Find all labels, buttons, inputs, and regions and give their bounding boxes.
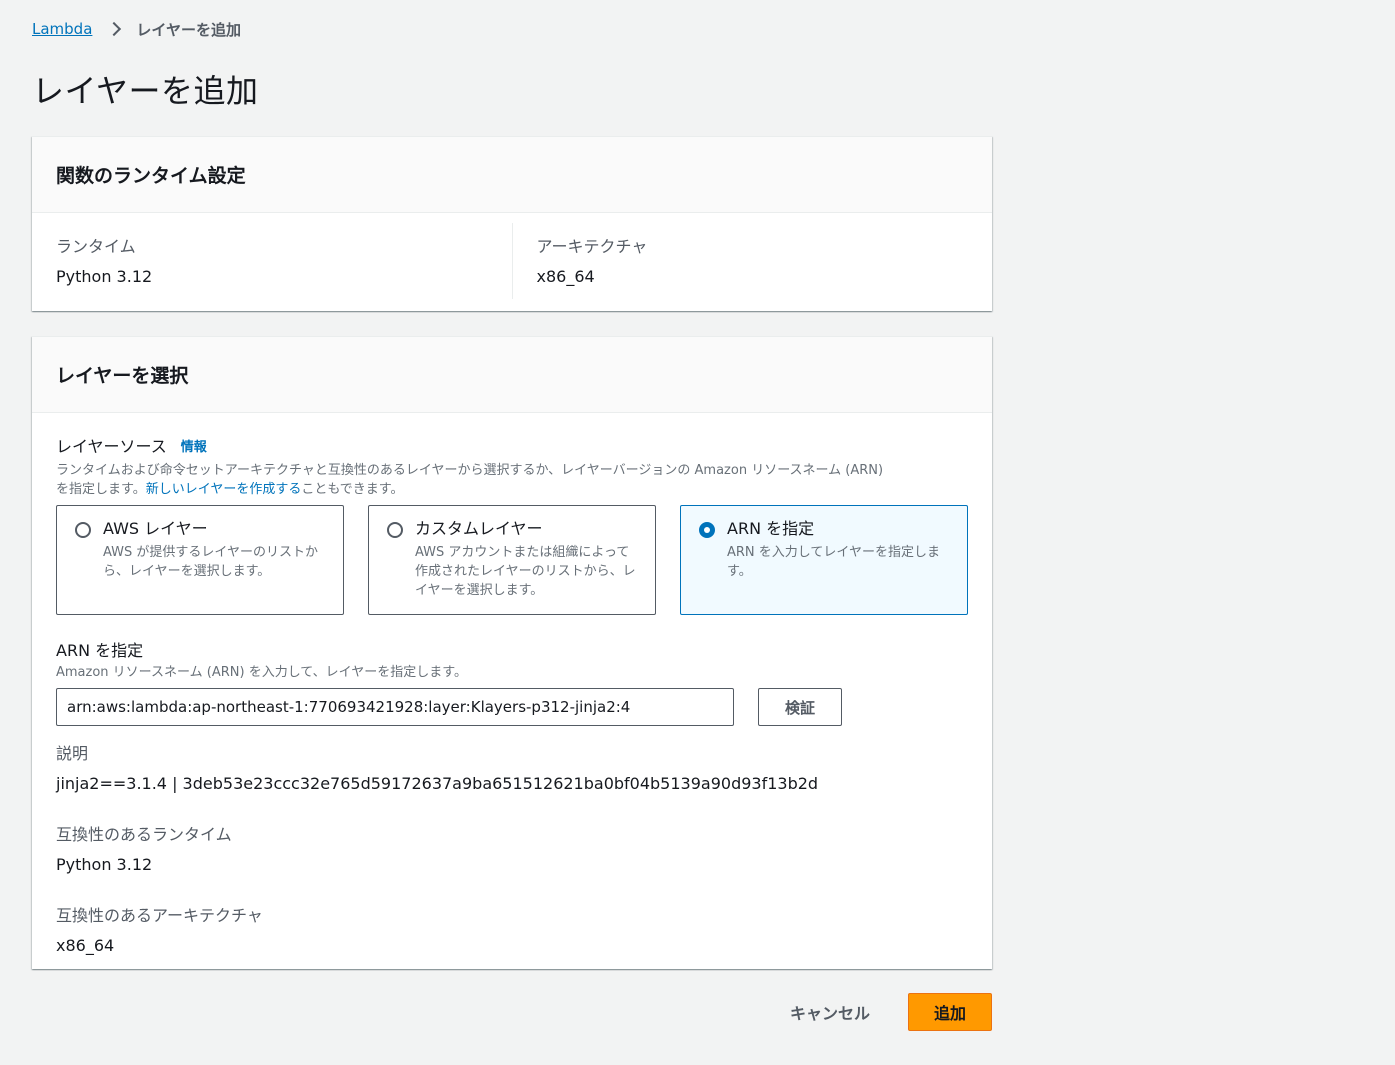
runtime-column: ランタイム Python 3.12 (32, 213, 512, 311)
runtime-label: ランタイム (56, 237, 136, 256)
runtime-value: Python 3.12 (56, 267, 153, 286)
description-section: 説明 jinja2==3.1.4 | 3deb53e23ccc32e765d59… (56, 740, 968, 793)
layer-panel-title: レイヤーを選択 (56, 365, 189, 387)
chevron-right-icon (108, 22, 122, 36)
compatible-runtimes-label: 互換性のあるランタイム (56, 825, 232, 844)
architecture-label: アーキテクチャ (536, 237, 648, 256)
tile-specify-arn-title: ARN を指定 (727, 519, 815, 538)
compatible-architectures-label: 互換性のあるアーキテクチャ (56, 906, 263, 925)
radio-specify-arn[interactable] (699, 522, 715, 538)
breadcrumb: Lambda レイヤーを追加 (32, 18, 241, 40)
layer-source-desc-line2a: を指定します。 (56, 482, 146, 497)
layer-panel-header: レイヤーを選択 (32, 337, 992, 413)
tile-aws-layers-title: AWS レイヤー (103, 519, 208, 538)
arn-input[interactable] (56, 688, 734, 726)
layer-source-description: ランタイムおよび命令セットアーキテクチャと互換性のあるレイヤーから選択するか、レ… (56, 461, 968, 499)
verify-button[interactable]: 検証 (758, 688, 842, 726)
layer-source-desc-line2b: こともできます。 (301, 482, 404, 497)
page-title: レイヤーを追加 (32, 72, 259, 110)
compatible-architectures-section: 互換性のあるアーキテクチャ x86_64 (56, 902, 968, 955)
layer-source-desc-line1: ランタイムおよび命令セットアーキテクチャと互換性のあるレイヤーから選択するか、レ… (56, 463, 884, 478)
tile-custom-layers-title: カスタムレイヤー (415, 519, 543, 538)
runtime-settings-panel: 関数のランタイム設定 ランタイム Python 3.12 アーキテクチャ x86… (32, 136, 992, 311)
compatible-runtimes-value: Python 3.12 (56, 855, 153, 874)
tile-specify-arn-desc: ARN を入力してレイヤーを指定します。 (727, 545, 941, 579)
arn-input-row: 検証 (56, 688, 968, 726)
layer-source-label: レイヤーソース (56, 437, 167, 456)
create-new-layer-link[interactable]: 新しいレイヤーを作成する (146, 482, 302, 497)
runtime-kv-row: ランタイム Python 3.12 アーキテクチャ x86_64 (32, 213, 992, 311)
layer-panel-body: レイヤーソース 情報 ランタイムおよび命令セットアーキテクチャと互換性のあるレイ… (32, 413, 992, 955)
description-label: 説明 (56, 744, 89, 763)
info-link[interactable]: 情報 (181, 436, 207, 455)
arn-field-description: Amazon リソースネーム (ARN) を入力して、レイヤーを指定します。 (56, 665, 467, 680)
compatible-runtimes-section: 互換性のあるランタイム Python 3.12 (56, 821, 968, 874)
tile-aws-layers-desc: AWS が提供するレイヤーのリストから、レイヤーを選択します。 (103, 545, 319, 579)
layer-source-tiles: AWS レイヤー AWS が提供するレイヤーのリストから、レイヤーを選択します。… (56, 505, 968, 615)
architecture-column: アーキテクチャ x86_64 (511, 223, 993, 299)
compatible-architectures-value: x86_64 (56, 936, 115, 955)
tile-custom-layers[interactable]: カスタムレイヤー AWS アカウントまたは組織によって作成されたレイヤーのリスト… (368, 505, 656, 615)
add-button[interactable]: 追加 (908, 993, 992, 1031)
breadcrumb-lambda-link[interactable]: Lambda (32, 20, 92, 38)
radio-custom-layers[interactable] (387, 522, 403, 538)
breadcrumb-current: レイヤーを追加 (136, 20, 241, 39)
arn-field-label: ARN を指定 (56, 641, 144, 660)
cancel-button[interactable]: キャンセル (772, 993, 888, 1031)
runtime-panel-header: 関数のランタイム設定 (32, 137, 992, 213)
page: Lambda レイヤーを追加 レイヤーを追加 関数のランタイム設定 ランタイム … (0, 0, 1395, 1065)
layer-source-field: レイヤーソース 情報 (56, 433, 968, 457)
description-value: jinja2==3.1.4 | 3deb53e23ccc32e765d59172… (56, 774, 819, 793)
tile-aws-layers[interactable]: AWS レイヤー AWS が提供するレイヤーのリストから、レイヤーを選択します。 (56, 505, 344, 615)
runtime-panel-title: 関数のランタイム設定 (56, 165, 246, 187)
tile-specify-arn[interactable]: ARN を指定 ARN を入力してレイヤーを指定します。 (680, 505, 968, 615)
choose-layer-panel: レイヤーを選択 レイヤーソース 情報 ランタイムおよび命令セットアーキテクチャと… (32, 336, 992, 969)
architecture-value: x86_64 (536, 267, 595, 286)
radio-aws-layers[interactable] (75, 522, 91, 538)
tile-custom-layers-desc: AWS アカウントまたは組織によって作成されたレイヤーのリストから、レイヤーを選… (415, 545, 636, 598)
